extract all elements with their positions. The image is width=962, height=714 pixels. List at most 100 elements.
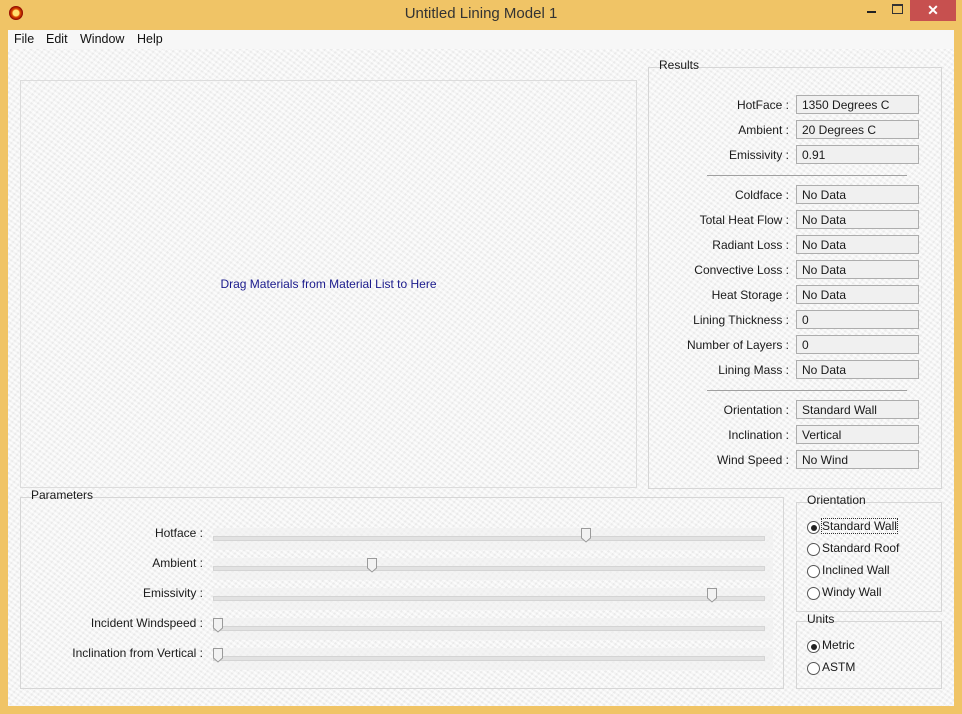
slider-track [213, 656, 765, 661]
emissivity-label: Emissivity : [143, 586, 203, 600]
slider-track [213, 566, 765, 571]
hotface-label: HotFace : [736, 98, 789, 112]
result-row: Lining Thickness : 0 [649, 310, 941, 332]
inclination-value: Vertical [796, 425, 919, 444]
parameter-row: Emissivity : [21, 586, 783, 616]
radio-label: Standard Wall [821, 518, 898, 534]
total-heat-flow-value: No Data [796, 210, 919, 229]
orientation-value: Standard Wall [796, 400, 919, 419]
result-row: Orientation : Standard Wall [649, 400, 941, 422]
heat-storage-value: No Data [796, 285, 919, 304]
emissivity-label: Emissivity : [729, 148, 789, 162]
radio-icon[interactable] [807, 565, 820, 578]
ambient-slider[interactable] [213, 558, 773, 580]
radio-icon[interactable] [807, 521, 820, 534]
radiant-loss-value: No Data [796, 235, 919, 254]
emissivity-value: 0.91 [796, 145, 919, 164]
result-row: Ambient : 20 Degrees C [649, 120, 941, 142]
result-row: Number of Layers : 0 [649, 335, 941, 357]
units-group: Units Metric ASTM [796, 612, 942, 689]
lining-mass-label: Lining Mass : [718, 363, 789, 377]
radio-label: Standard Roof [822, 541, 900, 555]
units-title: Units [807, 612, 835, 626]
result-row: Emissivity : 0.91 [649, 145, 941, 167]
minimize-button[interactable] [858, 0, 886, 21]
menu-edit[interactable]: Edit [46, 32, 68, 46]
window-title: Untitled Lining Model 1 [404, 5, 558, 22]
orientation-title: Orientation [807, 493, 866, 507]
menu-file[interactable]: File [14, 32, 34, 46]
menu-bar: File Edit Window Help [8, 30, 954, 49]
parameter-row: Inclination from Vertical : [21, 646, 783, 676]
radio-label: Inclined Wall [822, 563, 890, 577]
slider-thumb[interactable] [707, 588, 718, 603]
slider-thumb[interactable] [580, 528, 591, 543]
heat-storage-label: Heat Storage : [711, 288, 789, 302]
radio-icon[interactable] [807, 587, 820, 600]
slider-thumb[interactable] [366, 558, 377, 573]
parameter-row: Incident Windspeed : [21, 616, 783, 646]
result-row: Total Heat Flow : No Data [649, 210, 941, 232]
results-group: Results HotFace : 1350 Degrees C Ambient :… [648, 58, 942, 489]
maximize-button[interactable] [886, 0, 910, 21]
parameters-title: Parameters [31, 488, 94, 502]
wind-speed-value: No Wind [796, 450, 919, 469]
radio-icon[interactable] [807, 662, 820, 675]
slider-track [213, 626, 765, 631]
result-row: Convective Loss : No Data [649, 260, 941, 282]
incident-windspeed-label: Incident Windspeed : [90, 616, 203, 630]
result-row: Lining Mass : No Data [649, 360, 941, 382]
orientation-label: Orientation : [723, 403, 789, 417]
slider-thumb[interactable] [213, 648, 223, 663]
ambient-label: Ambient : [152, 556, 203, 570]
convective-loss-value: No Data [796, 260, 919, 279]
number-of-layers-value: 0 [796, 335, 919, 354]
close-button[interactable]: ✕ [910, 0, 956, 21]
menu-help[interactable]: Help [137, 32, 163, 46]
parameters-group: Parameters Hotface : Ambient : Emissivity … [20, 488, 784, 689]
result-row: Inclination : Vertical [649, 425, 941, 447]
total-heat-flow-label: Total Heat Flow : [699, 213, 789, 227]
lining-thickness-value: 0 [796, 310, 919, 329]
result-row: Heat Storage : No Data [649, 285, 941, 307]
number-of-layers-label: Number of Layers : [686, 338, 789, 352]
radio-icon[interactable] [807, 640, 820, 653]
maximize-icon [892, 4, 903, 14]
parameter-row: Ambient : [21, 556, 783, 586]
close-icon: ✕ [927, 2, 939, 18]
inclination-from-vertical-label: Inclination from Vertical : [72, 646, 203, 660]
radio-label: Metric [822, 638, 855, 652]
coldface-value: No Data [796, 185, 919, 204]
lining-mass-value: No Data [796, 360, 919, 379]
hotface-slider[interactable] [213, 528, 773, 550]
radio-icon[interactable] [807, 543, 820, 556]
result-row: Coldface : No Data [649, 185, 941, 207]
radiant-loss-label: Radiant Loss : [712, 238, 789, 252]
radio-label: ASTM [822, 660, 856, 674]
inclination-label: Inclination : [728, 428, 789, 442]
title-bar: Untitled Lining Model 1 ✕ [0, 0, 962, 28]
emissivity-slider[interactable] [213, 588, 773, 610]
menu-window[interactable]: Window [80, 32, 124, 46]
inclination-from-vertical-slider[interactable] [213, 648, 773, 670]
convective-loss-label: Convective Loss : [694, 263, 789, 277]
orientation-group: Orientation Standard Wall Standard Roof In… [796, 493, 942, 612]
lining-drop-area[interactable]: Drag Materials from Material List to Her… [20, 80, 637, 488]
result-row: Radiant Loss : No Data [649, 235, 941, 257]
lining-thickness-label: Lining Thickness : [693, 313, 789, 327]
slider-thumb[interactable] [213, 618, 223, 633]
coldface-label: Coldface : [734, 188, 789, 202]
drop-hint: Drag Materials from Material List to Her… [220, 277, 437, 291]
slider-track [213, 536, 765, 541]
separator [707, 390, 907, 391]
hotface-label: Hotface : [154, 526, 203, 540]
separator [707, 175, 907, 176]
incident-windspeed-slider[interactable] [213, 618, 773, 640]
client-area: File Edit Window Help Drag Materials fro… [8, 30, 954, 706]
hotface-value: 1350 Degrees C [796, 95, 919, 114]
radio-label: Windy Wall [822, 585, 882, 599]
ambient-value: 20 Degrees C [796, 120, 919, 139]
results-title: Results [659, 58, 700, 72]
parameter-row: Hotface : [21, 526, 783, 556]
result-row: HotFace : 1350 Degrees C [649, 95, 941, 117]
